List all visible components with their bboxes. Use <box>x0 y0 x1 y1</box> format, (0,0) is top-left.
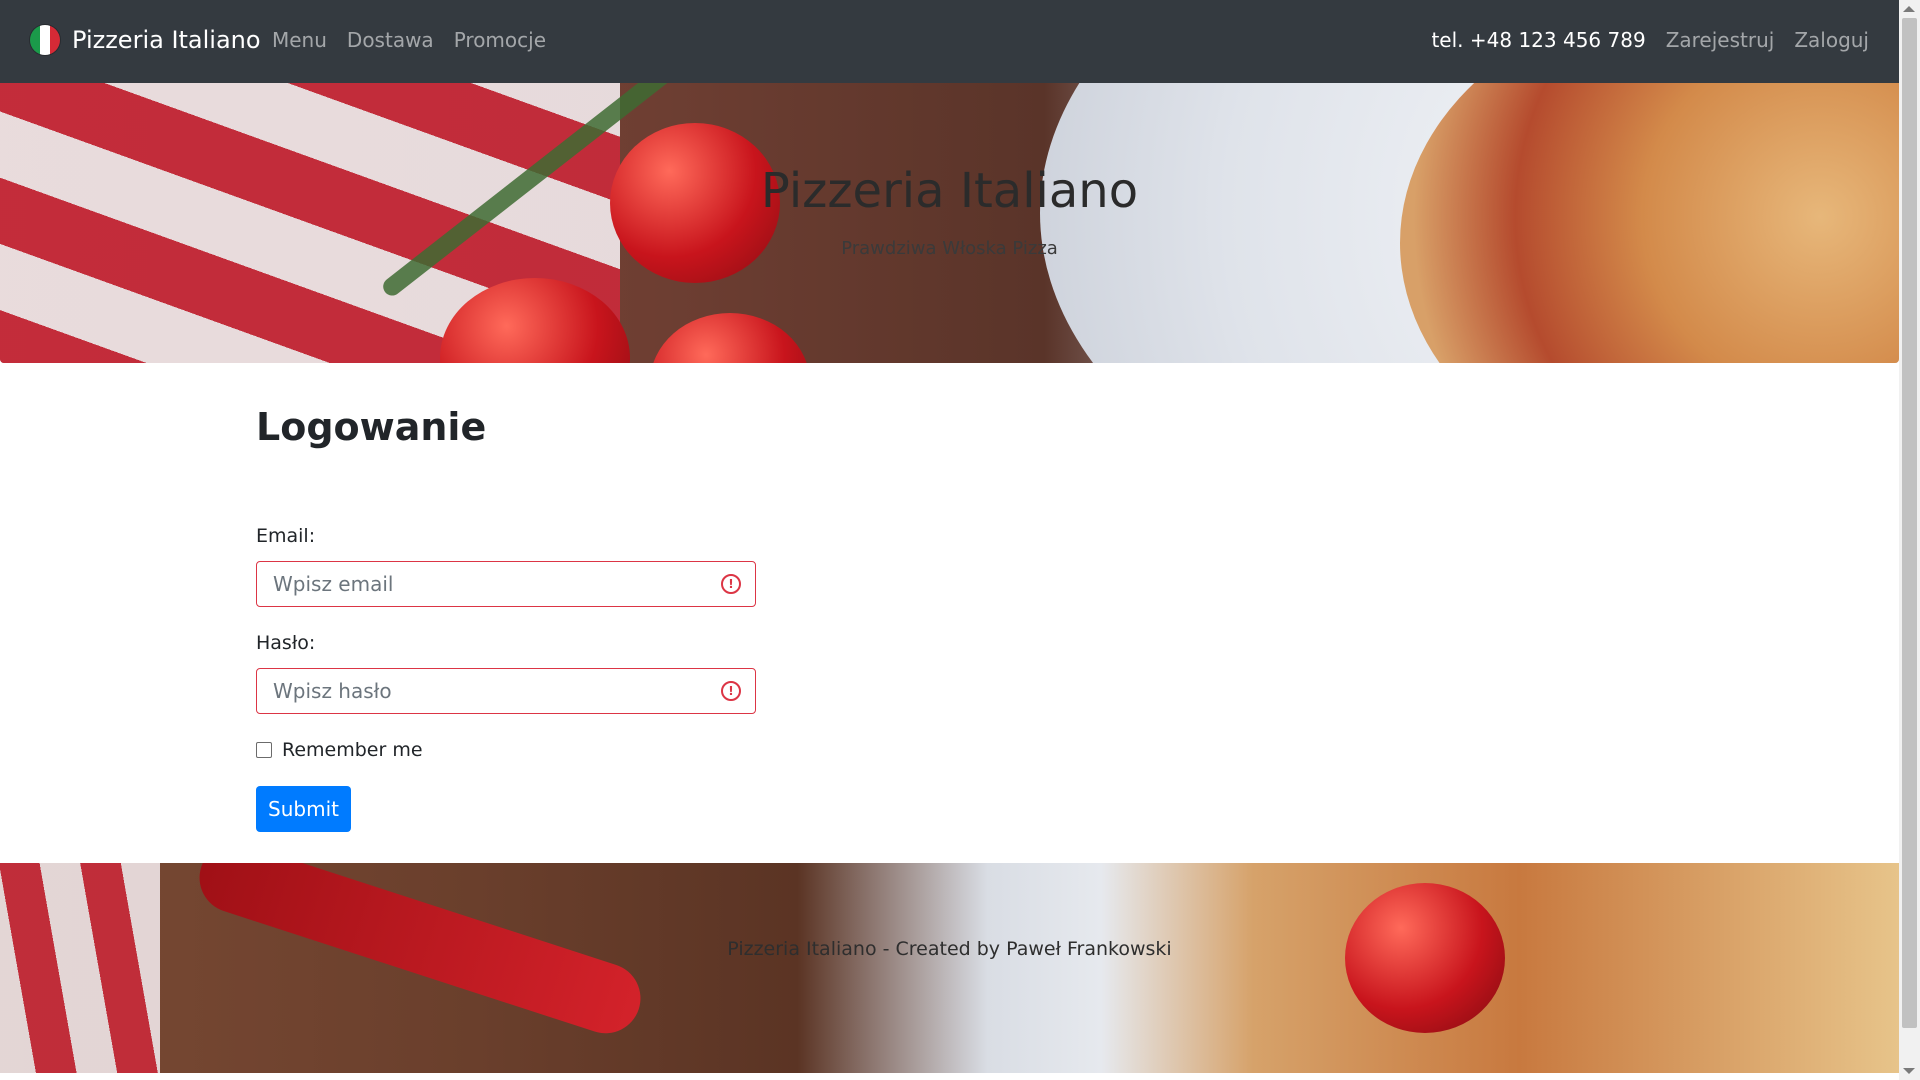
footer: Pizzeria Italiano - Created by Paweł Fra… <box>0 863 1899 1073</box>
nav-right: tel. +48 123 456 789 Zarejestruj Zaloguj <box>1431 28 1869 52</box>
exclamation-circle-icon: ! <box>721 681 741 701</box>
tomato-image <box>650 313 810 363</box>
navbar: Pizzeria Italiano Menu Dostawa Promocje … <box>0 0 1899 83</box>
pizza-image <box>1400 83 1899 363</box>
email-field[interactable]: ! <box>256 561 756 607</box>
phone-number: tel. +48 123 456 789 <box>1431 28 1646 52</box>
nav-link-dostawa[interactable]: Dostawa <box>347 28 434 52</box>
scroll-thumb[interactable] <box>1902 18 1917 1028</box>
remember-checkbox[interactable] <box>256 742 272 758</box>
email-input[interactable] <box>271 571 713 597</box>
brand-name[interactable]: Pizzeria Italiano <box>72 26 261 54</box>
nav-link-menu[interactable]: Menu <box>272 28 327 52</box>
email-label: Email: <box>256 525 316 547</box>
footer-credit: Pizzeria Italiano - Created by Paweł Fra… <box>727 938 1172 960</box>
nav-links: Menu Dostawa Promocje <box>272 28 546 52</box>
scroll-up-arrow-icon[interactable] <box>1903 6 1915 12</box>
page-title: Logowanie <box>256 405 487 449</box>
tablecloth-image <box>0 863 160 1073</box>
remember-me[interactable]: Remember me <box>256 739 423 761</box>
brand[interactable]: Pizzeria Italiano <box>30 22 261 58</box>
vertical-scrollbar[interactable] <box>1899 0 1920 1080</box>
exclamation-circle-icon: ! <box>721 574 741 594</box>
nav-link-promocje[interactable]: Promocje <box>454 28 546 52</box>
register-link[interactable]: Zarejestruj <box>1666 28 1775 52</box>
hero-subtitle: Prawdziwa Włoska Pizza <box>841 238 1058 259</box>
password-label: Hasło: <box>256 632 316 654</box>
hero-title: Pizzeria Italiano <box>760 163 1139 219</box>
login-link[interactable]: Zaloguj <box>1794 28 1869 52</box>
password-input[interactable] <box>271 678 713 704</box>
italy-flag-icon <box>30 25 60 55</box>
hero-banner: Pizzeria Italiano Prawdziwa Włoska Pizza <box>0 83 1899 363</box>
password-field[interactable]: ! <box>256 668 756 714</box>
remember-label[interactable]: Remember me <box>282 739 423 761</box>
scroll-down-arrow-icon[interactable] <box>1903 1068 1915 1074</box>
submit-button[interactable]: Submit <box>256 786 351 832</box>
page: Pizzeria Italiano Menu Dostawa Promocje … <box>0 0 1899 1080</box>
